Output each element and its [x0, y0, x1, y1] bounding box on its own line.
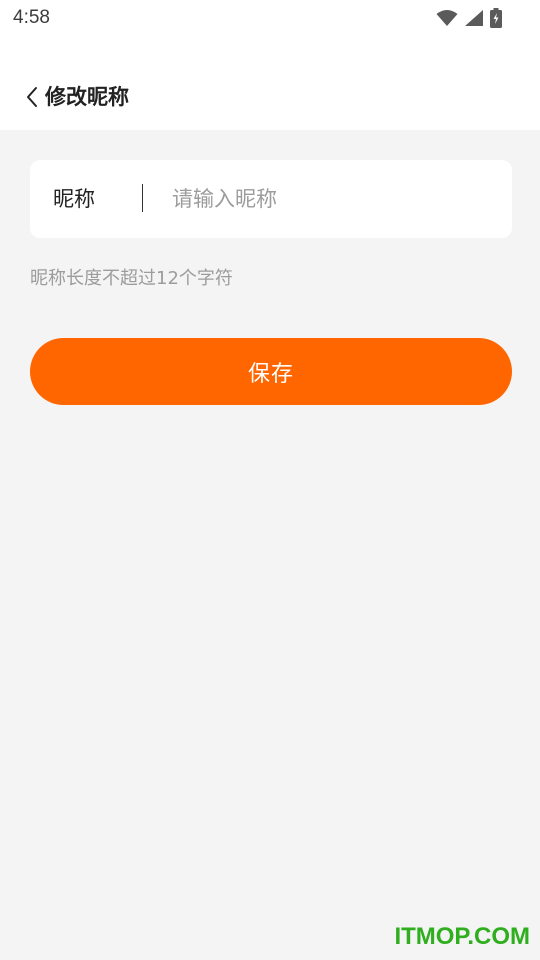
wifi-icon [436, 10, 458, 26]
nickname-hint: 昵称长度不超过12个字符 [30, 268, 233, 289]
status-time: 4:58 [13, 7, 50, 28]
nickname-card: 昵称 [30, 160, 512, 238]
status-icons [436, 6, 502, 30]
nickname-input[interactable] [172, 180, 492, 218]
status-bar: 4:58 [0, 0, 540, 38]
nickname-label: 昵称 [53, 187, 95, 211]
signal-icon [465, 10, 483, 26]
save-button[interactable]: 保存 [30, 338, 512, 405]
header: 修改昵称 [0, 38, 540, 130]
text-caret [142, 184, 143, 212]
battery-charging-icon [490, 8, 502, 28]
watermark-text: ITMOP.COM [394, 923, 530, 950]
page-title: 修改昵称 [45, 85, 129, 109]
chevron-left-icon [27, 87, 37, 107]
back-button[interactable] [20, 82, 44, 112]
